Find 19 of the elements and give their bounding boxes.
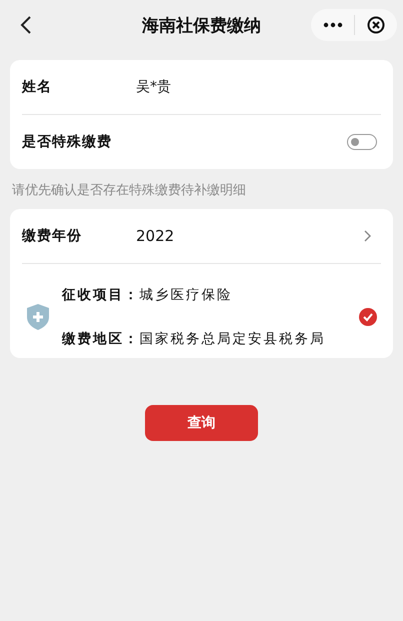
year-value[interactable]: 2022 xyxy=(136,227,364,245)
shield-plus-icon xyxy=(26,303,50,331)
project-label: 征收项目： xyxy=(62,286,140,304)
back-icon[interactable] xyxy=(20,15,32,35)
hint-text: 请优先确认是否存在特殊缴费待补缴明细 xyxy=(12,182,247,199)
check-icon[interactable] xyxy=(359,308,377,326)
query-button[interactable]: 查询 xyxy=(145,405,258,441)
more-icon[interactable] xyxy=(322,22,343,28)
special-payment-label: 是否特殊缴费 xyxy=(22,133,113,151)
close-icon[interactable] xyxy=(367,16,386,34)
project-value: 城乡医疗保险 xyxy=(140,286,232,304)
region-label: 缴费地区： xyxy=(62,330,140,348)
region-value: 国家税务总局定安县税务局 xyxy=(140,330,326,348)
chevron-icon[interactable] xyxy=(364,230,371,242)
name-label: 姓名 xyxy=(22,78,53,96)
name-value: 吴*贵 xyxy=(136,78,171,96)
page-title: 海南社保费缴纳 xyxy=(142,14,261,36)
toggle-switch[interactable] xyxy=(347,134,377,150)
year-label: 缴费年份 xyxy=(22,227,83,245)
